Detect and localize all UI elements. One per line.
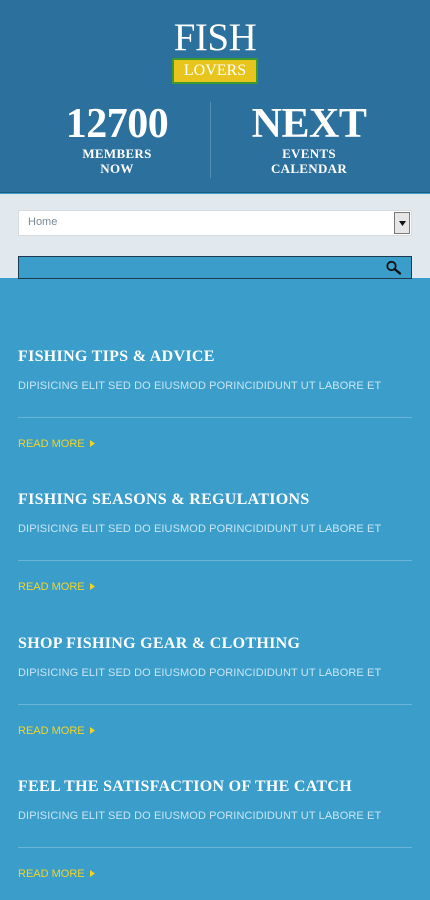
article-divider [18,846,412,848]
nav-select-value: Home [28,216,58,228]
article-excerpt: DIPISICING ELIT SED DO EIUSMOD PORINCIDI… [18,666,382,679]
stat-events-label-1: EVENTS [282,146,336,161]
search-button[interactable] [385,260,403,276]
logo-badge: LOVERS [172,58,258,84]
article-divider [18,417,412,418]
read-more-link[interactable]: READ MORE [18,868,95,880]
site-header: FISH LOVERS 12700 MEMBERS NOW NEXT EVENT… [0,0,430,193]
stat-events-value: NEXT [251,101,367,147]
article-item: FISHING SEASONS & REGULATIONS DIPISICING… [0,421,430,593]
stats-divider [210,102,211,178]
article-title[interactable]: FISHING TIPS & ADVICE [18,348,215,366]
site-logo[interactable]: FISH LOVERS [0,18,430,84]
article-divider [18,703,412,705]
article-item: FEEL THE SATISFACTION OF THE CATCH DIPIS… [0,708,430,880]
stat-members-label-1: MEMBERS [82,146,152,161]
article-title[interactable]: FEEL THE SATISFACTION OF THE CATCH [18,778,352,796]
article-excerpt: DIPISICING ELIT SED DO EIUSMOD PORINCIDI… [18,809,382,822]
search-box [18,256,412,279]
article-title[interactable]: SHOP FISHING GEAR & CLOTHING [18,635,300,653]
articles-list: FISHING TIPS & ADVICE DIPISICING ELIT SE… [0,278,430,880]
stat-events[interactable]: NEXT EVENTS CALENDAR [240,102,378,176]
nav-select[interactable]: Home [18,210,412,236]
stat-members: 12700 MEMBERS NOW [55,102,179,176]
read-more-label: READ MORE [18,867,85,880]
logo-title: FISH [173,16,257,59]
article-item: FISHING TIPS & ADVICE DIPISICING ELIT SE… [0,278,430,450]
stat-events-label-2: CALENDAR [270,161,348,176]
article-excerpt: DIPISICING ELIT SED DO EIUSMOD PORINCIDI… [18,523,382,536]
search-input[interactable] [19,257,379,278]
article-item: SHOP FISHING GEAR & CLOTHING DIPISICING … [0,565,430,737]
search-icon [385,260,403,279]
triangle-right-icon [89,869,95,879]
article-divider [18,560,412,562]
stat-members-value: 12700 [65,101,169,147]
stat-members-label-2: NOW [100,161,134,176]
article-title[interactable]: FISHING SEASONS & REGULATIONS [18,491,310,509]
stats-panel: 12700 MEMBERS NOW NEXT EVENTS CALENDAR [0,102,430,178]
triangle-down-icon[interactable] [394,212,410,234]
article-excerpt: DIPISICING ELIT SED DO EIUSMOD PORINCIDI… [18,380,382,392]
